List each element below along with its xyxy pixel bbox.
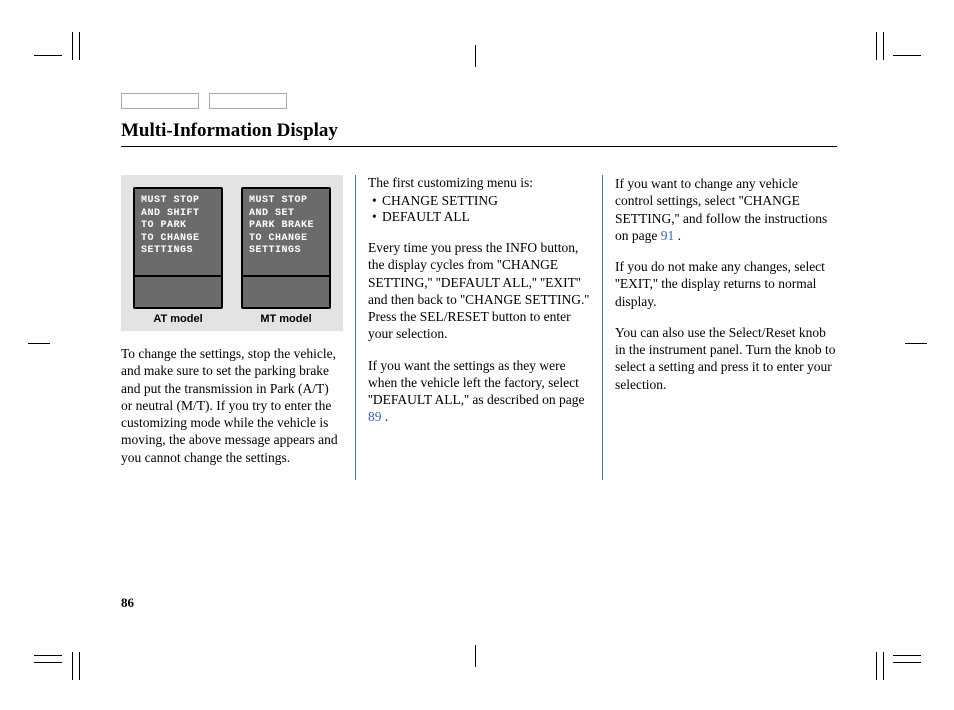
body-text-span: If you want the settings as they were wh… (368, 358, 584, 408)
body-text: If you want to change any vehicle contro… (615, 175, 837, 244)
crop-mark (72, 652, 73, 680)
crop-mark (475, 45, 476, 67)
bullet-text: CHANGE SETTING (382, 193, 498, 209)
crop-mark (34, 655, 62, 656)
mid-screen: MUST STOP AND SHIFT TO PARK TO CHANGE SE… (133, 187, 223, 309)
text-columns: MUST STOP AND SHIFT TO PARK TO CHANGE SE… (121, 175, 837, 480)
screen-text: MUST STOP AND SHIFT TO PARK TO CHANGE SE… (141, 195, 215, 258)
body-text-span: . (382, 409, 389, 424)
crop-mark (72, 32, 73, 60)
crop-mark (905, 343, 927, 344)
header-box (121, 93, 199, 109)
bullet-list: • CHANGE SETTING • DEFAULT ALL (368, 193, 590, 225)
header-placeholder-boxes (121, 93, 287, 109)
page-title: Multi-Information Display (121, 120, 837, 147)
column-1: MUST STOP AND SHIFT TO PARK TO CHANGE SE… (121, 175, 355, 480)
header-box (209, 93, 287, 109)
screen-mt: MUST STOP AND SET PARK BRAKE TO CHANGE S… (241, 187, 331, 325)
crop-mark (34, 55, 62, 56)
page-number: 86 (121, 595, 134, 611)
body-text: Every time you press the INFO button, th… (368, 239, 590, 343)
bullet-text: DEFAULT ALL (382, 209, 470, 225)
crop-mark (876, 652, 877, 680)
crop-mark (893, 655, 921, 656)
crop-mark (475, 645, 476, 667)
crop-mark (883, 652, 884, 680)
screen-text: MUST STOP AND SET PARK BRAKE TO CHANGE S… (249, 195, 323, 258)
mid-screen: MUST STOP AND SET PARK BRAKE TO CHANGE S… (241, 187, 331, 309)
bullet-item: • CHANGE SETTING (372, 193, 590, 209)
bullet-item: • DEFAULT ALL (372, 209, 590, 225)
body-text: To change the settings, stop the vehicle… (121, 345, 343, 466)
body-text: If you want the settings as they were wh… (368, 357, 590, 426)
screen-caption: AT model (153, 313, 202, 325)
column-2: The first customizing menu is: • CHANGE … (355, 175, 603, 480)
crop-mark (28, 343, 50, 344)
crop-mark (79, 652, 80, 680)
body-text: You can also use the Select/Reset knob i… (615, 324, 837, 393)
crop-mark (876, 32, 877, 60)
bullet-icon: • (372, 209, 382, 225)
display-figure: MUST STOP AND SHIFT TO PARK TO CHANGE SE… (121, 175, 343, 331)
body-text: If you do not make any changes, select '… (615, 258, 837, 310)
crop-mark (79, 32, 80, 60)
crop-mark (34, 662, 62, 663)
column-3: If you want to change any vehicle contro… (603, 175, 837, 480)
screen-at: MUST STOP AND SHIFT TO PARK TO CHANGE SE… (133, 187, 223, 325)
body-text: The first customizing menu is: (368, 175, 590, 191)
body-text-span: If you want to change any vehicle contro… (615, 176, 827, 243)
crop-mark (893, 55, 921, 56)
page-link[interactable]: 89 (368, 409, 382, 424)
crop-mark (893, 662, 921, 663)
crop-mark (883, 32, 884, 60)
page-link[interactable]: 91 (661, 228, 675, 243)
bullet-icon: • (372, 193, 382, 209)
screen-caption: MT model (260, 313, 311, 325)
body-text-span: . (674, 228, 681, 243)
page-content: Multi-Information Display MUST STOP AND … (121, 120, 837, 480)
